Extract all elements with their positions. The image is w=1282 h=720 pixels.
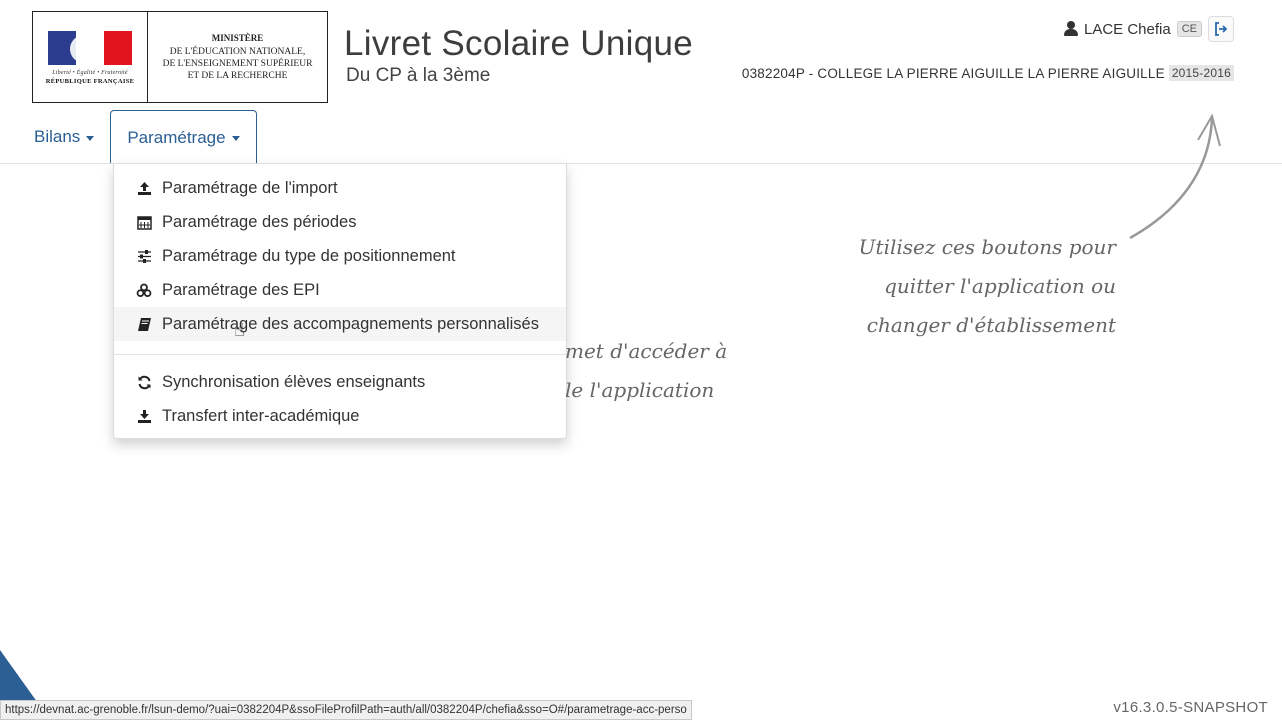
nav-parametrage-label: Paramétrage [127, 127, 226, 147]
annotation-logout: Utilisez ces boutons pour quitter l'appl… [816, 228, 1116, 345]
ministry-line: DE L'ENSEIGNEMENT SUPÉRIEUR [162, 59, 313, 69]
menu-divider [114, 354, 566, 355]
user-name: LACE Chefia [1084, 20, 1171, 38]
annotation-line: le l'application [565, 378, 715, 402]
status-bar-url: https://devnat.ac-grenoble.fr/lsun-demo/… [0, 700, 692, 720]
nav-bilans[interactable]: Bilans [18, 110, 110, 164]
annotation-line: changer d'établissement [866, 313, 1116, 337]
logout-icon [1215, 22, 1228, 36]
annotation-line: Utilisez ces boutons pour [858, 235, 1116, 259]
cubes-icon [136, 282, 152, 298]
ministry-name: MINISTÈRE DE L'ÉDUCATION NATIONALE, DE L… [148, 12, 327, 102]
app-subtitle: Du CP à la 3ème [346, 65, 491, 86]
menu-item-positionnement[interactable]: Paramétrage du type de positionnement [114, 239, 566, 273]
menu-item-label: Paramétrage des accompagnements personna… [162, 314, 539, 333]
version-label: v16.3.0.5-SNAPSHOT [1113, 699, 1268, 716]
main-nav: Bilans Paramétrage [18, 110, 257, 164]
logout-button[interactable] [1208, 16, 1234, 42]
menu-item-periodes[interactable]: Paramétrage des périodes [114, 205, 566, 239]
menu-item-label: Paramétrage des EPI [162, 280, 320, 299]
app-title: Livret Scolaire Unique [344, 24, 693, 63]
ministry-line: DE L'ÉDUCATION NATIONALE, [169, 47, 306, 57]
refresh-icon [136, 374, 152, 390]
annotation-arrow-icon [1129, 113, 1221, 240]
annotation-line: quitter l'application ou [884, 274, 1116, 298]
annotation-line: met d'accéder à [565, 339, 728, 363]
caret-down-icon [86, 135, 95, 141]
nav-bilans-label: Bilans [34, 127, 81, 146]
upload-icon [136, 180, 152, 196]
marianne-logo: Liberté • Égalité • Fraternité RÉPUBLIQU… [33, 12, 148, 102]
menu-item-label: Paramétrage des périodes [162, 212, 357, 231]
etablissement-name: 0382204P - COLLEGE LA PIERRE AIGUILLE LA… [741, 65, 1165, 81]
user-icon [1064, 21, 1078, 37]
ministry-line: MINISTÈRE [211, 33, 264, 43]
menu-item-accompagnements[interactable]: Paramétrage des accompagnements personna… [114, 307, 566, 341]
french-flag-icon [48, 31, 132, 65]
hand-cursor-icon: ☝ [234, 320, 245, 340]
sliders-icon [136, 248, 152, 264]
ministry-line: ET DE LA RECHERCHE [187, 71, 288, 81]
annotation-menu: met d'accéder à le l'application [565, 332, 727, 410]
menu-item-synchronisation[interactable]: Synchronisation élèves enseignants [114, 365, 566, 399]
menu-item-label: Paramétrage de l'import [162, 178, 338, 197]
menu-item-label: Paramétrage du type de positionnement [162, 246, 456, 265]
parametrage-dropdown: Paramétrage de l'import Paramétrage des … [113, 163, 567, 439]
book-icon [136, 316, 152, 332]
year-badge: 2015-2016 [1168, 65, 1234, 81]
caret-down-icon [231, 136, 240, 141]
ministry-logo: Liberté • Égalité • Fraternité RÉPUBLIQU… [32, 11, 328, 103]
download-icon [136, 408, 152, 424]
menu-item-label: Transfert inter-académique [162, 406, 360, 425]
republique-label: RÉPUBLIQUE FRANÇAISE [45, 78, 135, 85]
user-area: LACE Chefia CE [1064, 16, 1234, 42]
menu-item-label: Synchronisation élèves enseignants [162, 372, 426, 391]
menu-item-import[interactable]: Paramétrage de l'import [114, 171, 566, 205]
etablissement-line: 0382204P - COLLEGE LA PIERRE AIGUILLE LA… [742, 65, 1234, 81]
menu-item-epi[interactable]: Paramétrage des EPI [114, 273, 566, 307]
nav-parametrage[interactable]: Paramétrage [110, 110, 257, 164]
motto: Liberté • Égalité • Fraternité [52, 70, 128, 76]
menu-item-transfert[interactable]: Transfert inter-académique [114, 399, 566, 433]
calendar-icon [136, 214, 152, 230]
role-badge: CE [1176, 21, 1202, 37]
